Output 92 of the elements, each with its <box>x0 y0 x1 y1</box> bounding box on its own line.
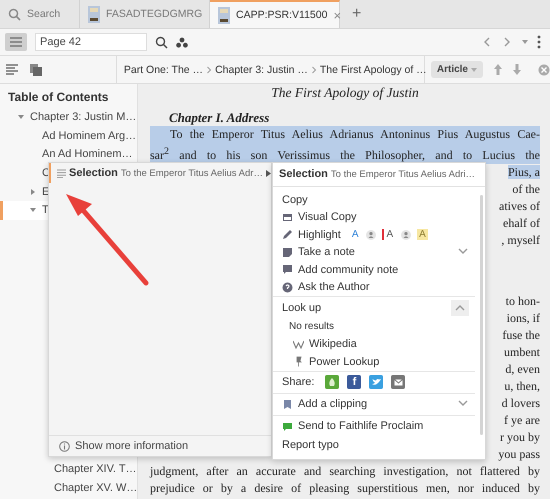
pencil-icon <box>282 229 293 240</box>
flame-icon[interactable] <box>325 375 340 389</box>
toc-item[interactable]: Chapter XV. W… <box>0 478 137 497</box>
breadcrumb[interactable]: The First Apology of … <box>320 64 427 76</box>
text-fragment: r you by <box>500 430 540 444</box>
menu-label: Look up <box>282 302 322 314</box>
text-line: judgment, after an accurate and searching investigation, not flattered by <box>150 463 540 480</box>
pages-icon[interactable] <box>30 64 42 76</box>
caret-icon <box>471 68 477 72</box>
chevron-icon <box>310 66 317 74</box>
tab[interactable]: CAPP:PSR:V11500 × <box>210 0 340 28</box>
search-icon[interactable] <box>155 36 168 48</box>
panel-title: Table of Contents <box>7 89 110 106</box>
menu-item[interactable]: Copy <box>273 191 475 208</box>
help-icon <box>282 282 293 293</box>
breadcrumb[interactable]: Part One: The … <box>124 64 204 76</box>
book-cover-icon <box>218 6 230 24</box>
text-fragment: ehalf of <box>503 216 540 230</box>
f-icon[interactable]: f <box>347 375 362 389</box>
clear-icon[interactable] <box>538 64 550 76</box>
menu-label[interactable]: Highlight <box>298 228 341 241</box>
mail-icon[interactable] <box>391 375 406 389</box>
menu-item[interactable]: Wikipedia <box>273 336 475 353</box>
menu-item[interactable]: Take a note <box>273 244 475 261</box>
w-icon <box>293 338 304 350</box>
person-icon[interactable] <box>401 230 412 240</box>
breadcrumb[interactable]: Chapter 3: Justin … <box>215 64 308 76</box>
text-fragment: you pass <box>498 447 540 461</box>
panel-title: Selection <box>69 167 118 179</box>
chevron-icon <box>206 66 212 74</box>
toc-item[interactable]: An Ad Hominem… <box>0 145 137 164</box>
chapter-heading: Chapter I. Address <box>168 110 270 126</box>
selection-excerpt: To the Emperor Titus Aelius Adri… <box>330 169 476 180</box>
menu-item[interactable]: Add a clipping <box>273 392 475 414</box>
comment-icon <box>282 264 293 276</box>
article-button[interactable]: Article <box>430 61 483 78</box>
menu-icon <box>10 37 22 47</box>
tab[interactable]: Search <box>0 0 80 28</box>
scrollbar[interactable] <box>480 195 483 435</box>
expanded-arrow-icon[interactable] <box>18 114 24 120</box>
bookmark-icon <box>282 398 293 410</box>
menu-item[interactable]: Add community note <box>273 261 475 278</box>
highlight-style[interactable]: A <box>382 229 396 240</box>
text-fragment: d lovers <box>502 396 540 410</box>
screen-icon <box>282 212 293 223</box>
search-icon <box>8 8 21 20</box>
page-field[interactable]: Page 42 <box>35 33 147 51</box>
menu-item[interactable]: Visual Copy <box>273 208 475 226</box>
book-cover-icon <box>88 6 100 22</box>
menu-item[interactable]: Send to Faithlife Proclaim <box>273 414 475 436</box>
highlight-style[interactable]: A <box>350 229 360 240</box>
no-results-text: No results <box>289 321 334 332</box>
selection-excerpt: To the Emperor Titus Aelius Adr… <box>120 168 263 178</box>
new-tab-button[interactable]: + <box>340 0 374 28</box>
list-icon[interactable] <box>6 64 18 75</box>
text-fragment: d, even <box>505 362 540 376</box>
toc-item[interactable]: Chapter XIV. T… <box>0 460 137 478</box>
note-icon <box>282 246 293 258</box>
show-more-button[interactable]: Show more information <box>49 435 271 456</box>
share-label: Share: <box>282 376 314 388</box>
dropdown-icon[interactable] <box>521 39 529 45</box>
expanded-arrow-icon[interactable] <box>30 207 36 214</box>
info-icon <box>59 440 70 452</box>
toc-item[interactable]: Chapter 3: Justin M… <box>0 108 137 127</box>
text-fragment: ions, if <box>506 311 540 325</box>
text-fragment: of the <box>512 182 540 196</box>
up-arrow-icon[interactable] <box>493 63 503 76</box>
menu-item[interactable]: Ask the Author <box>273 278 475 296</box>
menu-title: Selection <box>279 168 328 180</box>
more-icon[interactable] <box>537 35 541 49</box>
menu-button[interactable] <box>5 33 27 51</box>
lines-icon <box>57 168 66 178</box>
text-fragment: f ye are <box>504 413 540 427</box>
text-line: prejudice or by a desire of pleasing superstitious men, nor induced by <box>150 480 540 497</box>
text-fragment: to hon- <box>506 294 540 308</box>
down-arrow-icon[interactable] <box>512 63 522 76</box>
collapsed-arrow-icon[interactable] <box>30 188 36 195</box>
toc-item[interactable]: Ad Hominem Arg… <box>0 126 137 146</box>
text-fragment: Pius, a <box>508 165 540 179</box>
text-fragment: , myself <box>501 233 540 247</box>
text-fragment: umbent <box>504 345 540 359</box>
dots-cluster-icon[interactable] <box>176 36 188 48</box>
collapse-button[interactable] <box>451 300 469 316</box>
text-fragment: atives of <box>499 199 540 213</box>
text-fragment: u, then, <box>504 379 540 393</box>
text-fragment: fuse the <box>502 328 540 342</box>
expand-arrow-icon[interactable] <box>266 170 271 176</box>
bird-icon[interactable] <box>369 375 384 389</box>
person-icon[interactable] <box>366 230 376 240</box>
document-title: The First Apology of Justin <box>270 84 420 102</box>
menu-item[interactable]: Power Lookup <box>273 353 475 370</box>
menu-item[interactable]: Report typo <box>273 436 475 454</box>
